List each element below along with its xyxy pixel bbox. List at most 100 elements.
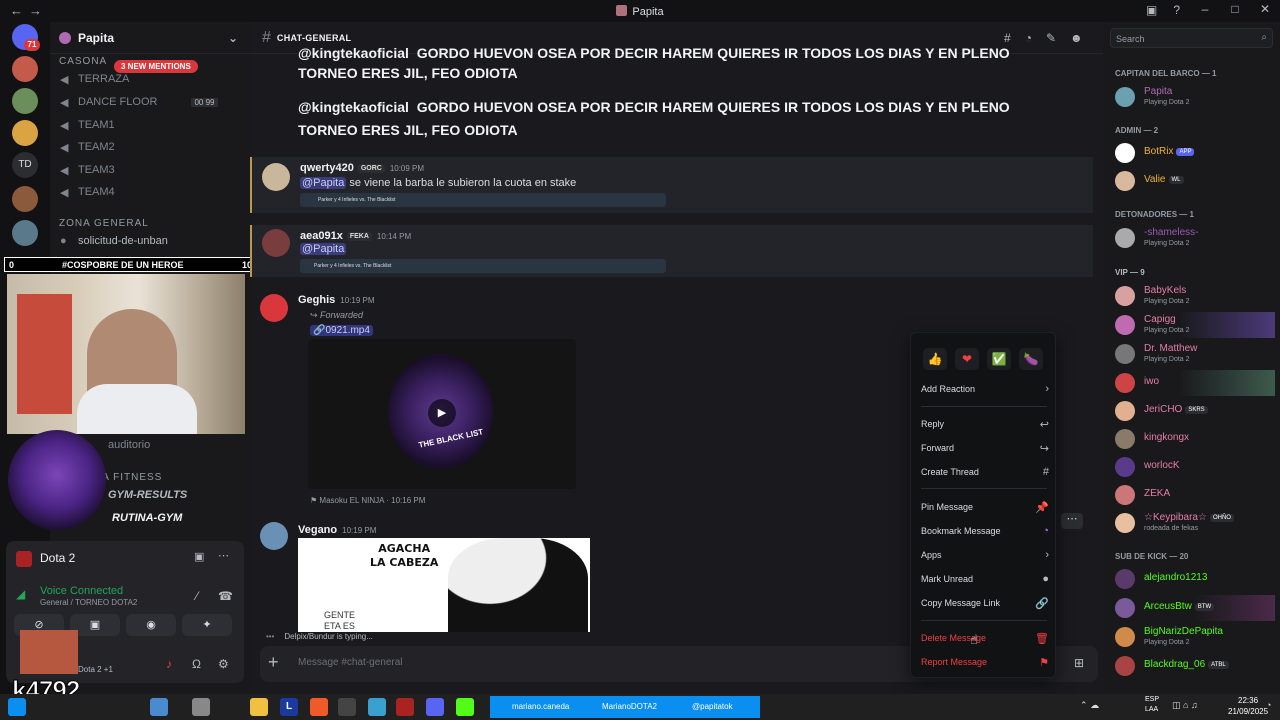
chevron-down-icon[interactable]: ⌄ [228,31,238,45]
file-name[interactable]: 0921.mp4 [325,325,369,336]
server-icon-3[interactable] [12,120,38,146]
upload-plus-icon[interactable]: + [268,652,279,673]
close-button[interactable]: ✕ [1250,2,1280,16]
notepad-icon[interactable] [368,698,386,716]
message-input[interactable]: Message #chat-general [298,657,403,668]
server-icon-4[interactable] [12,186,38,212]
server-icon-1[interactable] [12,56,38,82]
menu-create-thread[interactable]: Create Thread # [921,463,1049,481]
member-iwo[interactable]: iwo [1115,370,1275,396]
member-arceusbtw[interactable]: ArceusBtw BTW [1115,595,1275,621]
taskbar-clock[interactable]: 22:36 21/09/2025 [1228,695,1268,717]
username[interactable]: aea091x FEKA 10:14 PM [300,230,411,242]
member-papita[interactable]: Papita Playing Dota 2 [1115,84,1275,110]
voice-channel-team2[interactable]: ◀ TEAM2 [60,137,240,157]
stream-icon[interactable]: ▣ [194,550,204,563]
video-attachment[interactable]: THE BLACK LIST ▶ [308,339,576,489]
voice-status[interactable]: Voice Connected [40,585,123,597]
voice-channel-team3[interactable]: ◀ TEAM3 [60,160,240,180]
maximize-button[interactable]: □ [1220,2,1250,16]
member-shameless[interactable]: -shameless- Playing Dota 2 [1115,225,1275,251]
voice-channel-path[interactable]: General / TORNEO DOTA2 [40,598,137,607]
inbox-icon[interactable]: ▣ [1146,3,1157,17]
menu-apps[interactable]: Apps › [921,546,1049,564]
member-dr-matthew[interactable]: Dr. Matthew Playing Dota 2 [1115,341,1275,367]
voice-channel-team1[interactable]: ◀ TEAM1 [60,115,240,135]
voice-channel-dance-floor[interactable]: ◀ DANCE FLOOR 00 99 [60,92,240,112]
menu-forward[interactable]: Forward ↪ [921,439,1049,457]
member-kingkongx[interactable]: kingkongx [1115,426,1275,452]
server-icon-2[interactable] [12,88,38,114]
member-blackdrag-06[interactable]: Blackdrag_06 ATBL [1115,653,1275,679]
settings-gear-icon[interactable]: ⚙ [218,657,229,671]
menu-bookmark-message[interactable]: Bookmark Message ◔ [921,522,1049,540]
taskbar-tab-tiktok[interactable]: @papitatok [670,696,760,718]
member-valie[interactable]: Valie WL [1115,168,1275,194]
kick-taskbar-icon[interactable] [456,698,474,716]
app-icon-l[interactable]: L [280,698,298,716]
mention[interactable]: @kingtekaoficial [298,99,409,115]
message-aea091x[interactable]: aea091x FEKA 10:14 PM @Papita Parker y 4 I… [250,225,1093,277]
taskbar-tab-instagram[interactable]: mariano.caneda [490,696,580,718]
username-text[interactable]: Vegano [298,524,337,536]
member-babykels[interactable]: BabyKels Playing Dota 2 [1115,283,1275,309]
notification-bell-icon[interactable]: ◔ [1266,700,1271,710]
menu-delete-message[interactable]: Delete Message 🗑 [921,629,1049,647]
activity-button[interactable]: ◉ [126,614,176,636]
username[interactable]: qwerty420 GORC 10:09 PM [300,162,424,174]
minimize-button[interactable]: – [1190,2,1220,16]
username-text[interactable]: qwerty420 [300,162,354,174]
taskbar-tab-facebook[interactable]: MarianoDOTA2 [580,696,670,718]
network-volume-icons[interactable]: ◫ ⌂ ♫ [1172,700,1198,711]
mention[interactable]: @Papita [300,177,347,189]
search-input[interactable]: Search ⌕ [1110,28,1273,48]
server-header[interactable]: Papita ⌄ [50,22,250,54]
voice-channel-terraza[interactable]: ◀ TERRAZA [60,69,240,89]
category-casona[interactable]: CASONA [59,56,107,67]
menu-report-message[interactable]: Report Message ⚑ [921,653,1049,671]
mention[interactable]: @Papita [300,243,347,255]
tray-chevron-icon[interactable]: ⌃ [1080,700,1088,710]
avatar[interactable] [262,163,290,191]
server-icon-5[interactable] [12,220,38,246]
language-indicator[interactable]: ESP LAA [1145,695,1159,715]
folder-icon[interactable] [250,698,268,716]
avatar[interactable] [260,522,288,550]
member-zeka[interactable]: ZEKA [1115,482,1275,508]
gamepad-icon[interactable]: ⊞ [1074,656,1084,670]
reaction-thumbs-up[interactable]: 👍 [923,348,947,370]
more-icon[interactable]: ⋯ [218,549,229,562]
windows-start-icon[interactable] [8,698,26,716]
disconnect-icon[interactable]: ☎ [218,589,233,603]
category-zona-general[interactable]: ZONA GENERAL [59,218,149,229]
soundboard-button[interactable]: ✦ [182,614,232,636]
menu-add-reaction[interactable]: Add Reaction › [921,380,1049,398]
link-embed[interactable]: Parker y 4 Infieles vs. The Blacklist [300,193,666,207]
server-icon-td[interactable]: TD [12,152,38,178]
noise-suppression-icon[interactable]: ⁄ [196,589,198,603]
member-bignarizdepapita[interactable]: BigNarizDePapita Playing Dota 2 [1115,624,1275,650]
app-icon-1[interactable] [150,698,168,716]
play-icon[interactable]: ▶ [428,399,456,427]
username-text[interactable]: aea091x [300,230,343,242]
avatar[interactable] [262,229,290,257]
brave-icon[interactable] [310,698,328,716]
github-icon[interactable] [338,698,356,716]
app-icon-2[interactable] [192,698,210,716]
menu-mark-unread[interactable]: Mark Unread ● [921,570,1049,588]
members-icon[interactable]: ☻ [1070,31,1097,45]
link-embed[interactable]: Parker y 4 Infieles vs. The Blacklist [300,259,666,273]
username-text[interactable]: Geghis [298,294,335,306]
reaction-heart[interactable]: ❤ [955,348,979,370]
headphones-icon[interactable]: Ω [192,657,201,671]
mention[interactable]: @kingtekaoficial [298,45,409,61]
help-icon[interactable]: ? [1173,3,1180,17]
message-more-button[interactable]: ⋯ [1061,513,1083,529]
member-botrix[interactable]: BotRix APP [1115,140,1275,166]
username[interactable]: Vegano 10:19 PM [298,524,376,536]
reaction-check[interactable]: ✅ [987,348,1011,370]
member-capigg[interactable]: Capigg Playing Dota 2 [1115,312,1275,338]
username[interactable]: Geghis 10:19 PM [298,294,375,306]
member-alejandro1213[interactable]: alejandro1213 [1115,566,1275,592]
member-jericho[interactable]: JeriCHO SKRS [1115,398,1275,424]
